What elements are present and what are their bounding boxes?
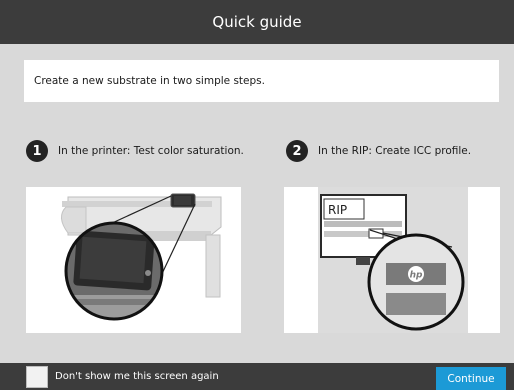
printer-illustration: [26, 187, 241, 333]
rip-monitor-text: RIP: [328, 203, 347, 217]
step-1-label: In the printer: Test color saturation.: [58, 145, 244, 157]
hp-logo-text: hp: [410, 271, 423, 281]
dont-show-again-checkbox[interactable]: [26, 366, 48, 388]
intro-box: Create a new substrate in two simple ste…: [24, 60, 499, 102]
quick-guide-window: Quick guide Create a new substrate in tw…: [0, 0, 514, 390]
continue-button[interactable]: Continue: [436, 367, 506, 390]
title-bar: Quick guide: [0, 0, 514, 44]
dont-show-again-label[interactable]: Don't show me this screen again: [55, 371, 219, 382]
printer-control-panel-image: [26, 187, 241, 333]
rip-monitor-image: RIP hp: [284, 187, 500, 333]
step-2-number-badge: 2: [286, 140, 308, 162]
step-2: 2 In the RIP: Create ICC profile.: [286, 140, 471, 162]
step-2-label: In the RIP: Create ICC profile.: [318, 145, 472, 157]
window-title: Quick guide: [212, 13, 302, 31]
step-1: 1 In the printer: Test color saturation.: [26, 140, 244, 162]
intro-text: Create a new substrate in two simple ste…: [34, 75, 265, 87]
rip-illustration: RIP hp: [284, 187, 500, 333]
step-1-number-badge: 1: [26, 140, 48, 162]
